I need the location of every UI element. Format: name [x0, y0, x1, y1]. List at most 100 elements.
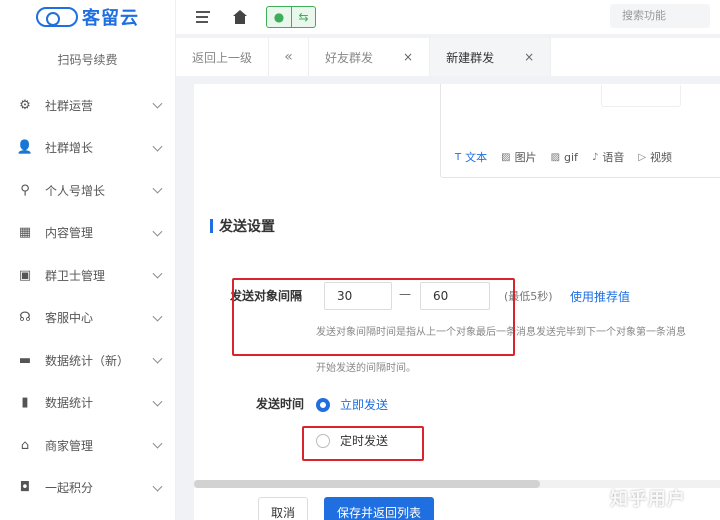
- swap-icon: ⇆: [291, 7, 315, 27]
- scheduled-send-radio[interactable]: 定时发送: [316, 432, 388, 449]
- store-icon: ⌂: [20, 437, 30, 453]
- chevron-down-icon: [152, 183, 163, 194]
- sidebar-item-service-center[interactable]: ☊ 客服中心: [0, 297, 175, 340]
- horizontal-scrollbar-thumb[interactable]: [194, 480, 540, 488]
- sidebar-item-label: 数据统计: [45, 396, 94, 411]
- text-tool-button[interactable]: T 文本: [455, 149, 487, 165]
- chevron-down-icon: [152, 141, 163, 152]
- org-tree-icon: ⚲: [20, 182, 30, 198]
- interval-min-input[interactable]: 30: [324, 282, 392, 310]
- sidebar-item-merchant[interactable]: ⌂ 商家管理: [0, 424, 175, 467]
- sidebar-item-label: 商家管理: [45, 438, 94, 453]
- shield-screen-icon: ▣: [18, 267, 32, 283]
- app-root: 客留云 扫码号续费 ⚙ 社群运营 👤 社群增长 ⚲ 个人号增长 ▦ 内容管理 ▣…: [0, 0, 720, 520]
- wechat-icon: ●: [273, 10, 285, 24]
- sidebar-item-label: 社群运营: [45, 98, 94, 113]
- tab-bar: 返回上一级 « 好友群发 × 新建群发 ×: [176, 38, 720, 76]
- chevron-down-icon: [152, 98, 163, 109]
- gear-icon: ⚙: [19, 97, 31, 113]
- interval-hint-line1: 发送对象间隔时间是指从上一个对象最后一条消息发送完毕到下一个对象第一条消息: [316, 327, 686, 338]
- video-tool-button[interactable]: ▷ 视频: [638, 149, 672, 165]
- close-icon[interactable]: ×: [524, 50, 534, 64]
- monitor-icon: ▬: [18, 352, 32, 368]
- chevron-down-icon: [152, 268, 163, 279]
- sidebar-item-community-ops[interactable]: ⚙ 社群运营: [0, 84, 175, 127]
- chevron-down-icon: [152, 396, 163, 407]
- interval-separator: —: [399, 287, 411, 301]
- sidebar-item-label: 群卫士管理: [45, 268, 106, 283]
- chevron-down-icon: [152, 438, 163, 449]
- section-title-text: 发送设置: [219, 219, 275, 235]
- interval-hint-line2: 开始发送的间隔时间。: [316, 363, 416, 374]
- sidebar-item-label: 个人号增长: [45, 183, 106, 198]
- sidebar-item-stats-new[interactable]: ▬ 数据统计（新）: [0, 339, 175, 382]
- send-now-radio[interactable]: 立即发送: [316, 396, 388, 413]
- cancel-button[interactable]: 取消: [258, 497, 308, 520]
- headset-icon: ☊: [19, 310, 31, 326]
- bag-icon: ◘: [19, 480, 31, 496]
- grid-icon: ▦: [18, 225, 32, 241]
- section-title: 发送设置: [210, 216, 275, 236]
- tool-label: 视频: [650, 151, 673, 164]
- chevron-down-icon: [152, 311, 163, 322]
- close-icon[interactable]: ×: [403, 50, 413, 64]
- interval-max-input[interactable]: 60: [420, 282, 490, 310]
- tool-label: 文本: [465, 151, 488, 164]
- tab-label: 新建群发: [446, 50, 495, 65]
- sidebar-item-label: 内容管理: [45, 226, 94, 241]
- cloud-logo-icon: [36, 7, 78, 27]
- scroll-left-icon[interactable]: «: [269, 38, 310, 76]
- tool-label: 图片: [514, 151, 537, 164]
- image-icon: ▨: [501, 151, 511, 163]
- interval-label: 发送对象间隔: [230, 289, 303, 303]
- logo[interactable]: 客留云: [0, 0, 175, 34]
- editor-input-stub: [601, 85, 681, 107]
- sidebar-item-label: 客服中心: [45, 311, 94, 326]
- voice-tool-button[interactable]: ♪ 语音: [592, 149, 624, 165]
- use-recommended-link[interactable]: 使用推荐值: [570, 288, 630, 305]
- main-content: T 文本 ▨ 图片 ▨ gif ♪ 语音 ▷ 视频 发送设置 发送对象间隔 30…: [194, 84, 720, 520]
- watermark: 知乎用户: [610, 489, 686, 510]
- sidebar: 客留云 扫码号续费 ⚙ 社群运营 👤 社群增长 ⚲ 个人号增长 ▦ 内容管理 ▣…: [0, 0, 176, 520]
- logo-text: 客留云: [82, 8, 139, 29]
- save-return-button[interactable]: 保存并返回列表: [324, 497, 434, 520]
- tab-new-group-send[interactable]: 新建群发 ×: [430, 38, 552, 76]
- users-icon: 👤: [16, 140, 34, 156]
- sidebar-item-community-growth[interactable]: 👤 社群增长: [0, 127, 175, 170]
- chevron-down-icon: [152, 226, 163, 237]
- video-icon: ▷: [638, 151, 647, 163]
- scan-renew-link[interactable]: 扫码号续费: [0, 34, 175, 84]
- send-time-label: 发送时间: [256, 397, 305, 411]
- sidebar-item-group-guard[interactable]: ▣ 群卫士管理: [0, 254, 175, 297]
- tab-friend-group-send[interactable]: 好友群发 ×: [309, 38, 431, 76]
- tool-label: 语音: [602, 151, 625, 164]
- sidebar-item-personal-growth[interactable]: ⚲ 个人号增长: [0, 169, 175, 212]
- editor-toolbar: T 文本 ▨ 图片 ▨ gif ♪ 语音 ▷ 视频: [455, 149, 686, 165]
- wechat-switch[interactable]: ● ⇆: [266, 6, 316, 28]
- tool-label: gif: [564, 150, 578, 164]
- home-icon[interactable]: [232, 10, 248, 24]
- top-bar: ● ⇆ 搜索功能: [176, 0, 720, 34]
- gif-tool-button[interactable]: ▨ gif: [551, 149, 578, 165]
- image-tool-button[interactable]: ▨ 图片: [501, 149, 536, 165]
- sidebar-item-label: 一起积分: [45, 481, 94, 496]
- sidebar-item-content-mgmt[interactable]: ▦ 内容管理: [0, 212, 175, 255]
- radio-label: 立即发送: [340, 398, 389, 412]
- radio-unchecked-icon: [316, 433, 330, 448]
- back-tab[interactable]: 返回上一级: [176, 38, 270, 76]
- tab-label: 好友群发: [325, 50, 374, 65]
- bar-chart-icon: ▮: [21, 395, 29, 411]
- section-accent-bar: [210, 219, 213, 233]
- message-editor: T 文本 ▨ 图片 ▨ gif ♪ 语音 ▷ 视频: [440, 84, 720, 178]
- search-input[interactable]: 搜索功能: [610, 4, 710, 28]
- radio-label: 定时发送: [340, 434, 389, 448]
- sidebar-item-stats[interactable]: ▮ 数据统计: [0, 382, 175, 425]
- chevron-down-icon: [152, 353, 163, 364]
- voice-icon: ♪: [591, 151, 599, 163]
- sidebar-item-points[interactable]: ◘ 一起积分: [0, 467, 175, 510]
- gif-icon: ▨: [550, 151, 561, 163]
- chevron-down-icon: [152, 481, 163, 492]
- text-icon: T: [455, 151, 462, 163]
- sidebar-item-label: 数据统计（新）: [45, 353, 130, 368]
- menu-toggle-icon[interactable]: [196, 11, 212, 23]
